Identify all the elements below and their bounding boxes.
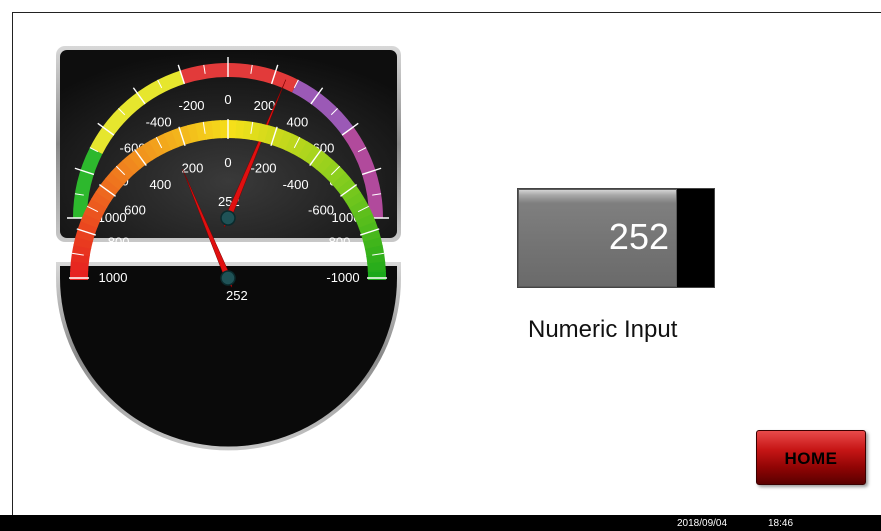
bottom-tick-label: 200 (182, 161, 204, 176)
status-bar: 2018/09/04 18:46 (0, 515, 881, 531)
top-tick-label: -400 (146, 115, 172, 130)
bottom-band-left-stub (70, 272, 88, 280)
status-date: 2018/09/04 (677, 518, 728, 529)
bottom-band-right-stub (368, 272, 386, 280)
top-gauge-hub (220, 210, 236, 226)
top-tick-label: 400 (287, 115, 309, 130)
bottom-tick-label: 0 (224, 155, 231, 170)
bottom-tick-label: -200 (251, 161, 277, 176)
top-tick-label: -200 (179, 98, 205, 113)
numeric-display[interactable]: 252 (517, 188, 715, 288)
home-button[interactable]: HOME (756, 430, 866, 485)
bottom-tick-label: -800 (324, 234, 350, 249)
gauges-canvas: -1000 -800 -600 -400 -200 0 200 400 600 800 1000 2… (56, 46, 401, 451)
bottom-tick-label: 800 (108, 234, 130, 249)
top-gauge: -1000-800-600-400-20002004006008001000 2… (56, 46, 401, 242)
hmi-screen: -1000 -800 -600 -400 -200 0 200 400 600 800 1000 2… (0, 0, 881, 531)
bottom-tick-label: 600 (124, 202, 146, 217)
bottom-gauge-hub (220, 270, 236, 286)
bottom-tick-label: 400 (150, 177, 172, 192)
top-tick-label: 0 (224, 92, 231, 107)
numeric-input-label: Numeric Input (528, 316, 678, 343)
numeric-value: 252 (608, 216, 669, 257)
status-time: 18:46 (768, 518, 794, 529)
bottom-tick-label: -400 (283, 177, 309, 192)
bottom-tick-label: 1000 (99, 270, 128, 285)
bottom-gauge-value-label: 252 (226, 288, 248, 303)
bottom-tick-label: -1000 (326, 270, 359, 285)
numeric-display-face: 252 (518, 189, 677, 287)
bottom-tick-label: -600 (308, 202, 334, 217)
